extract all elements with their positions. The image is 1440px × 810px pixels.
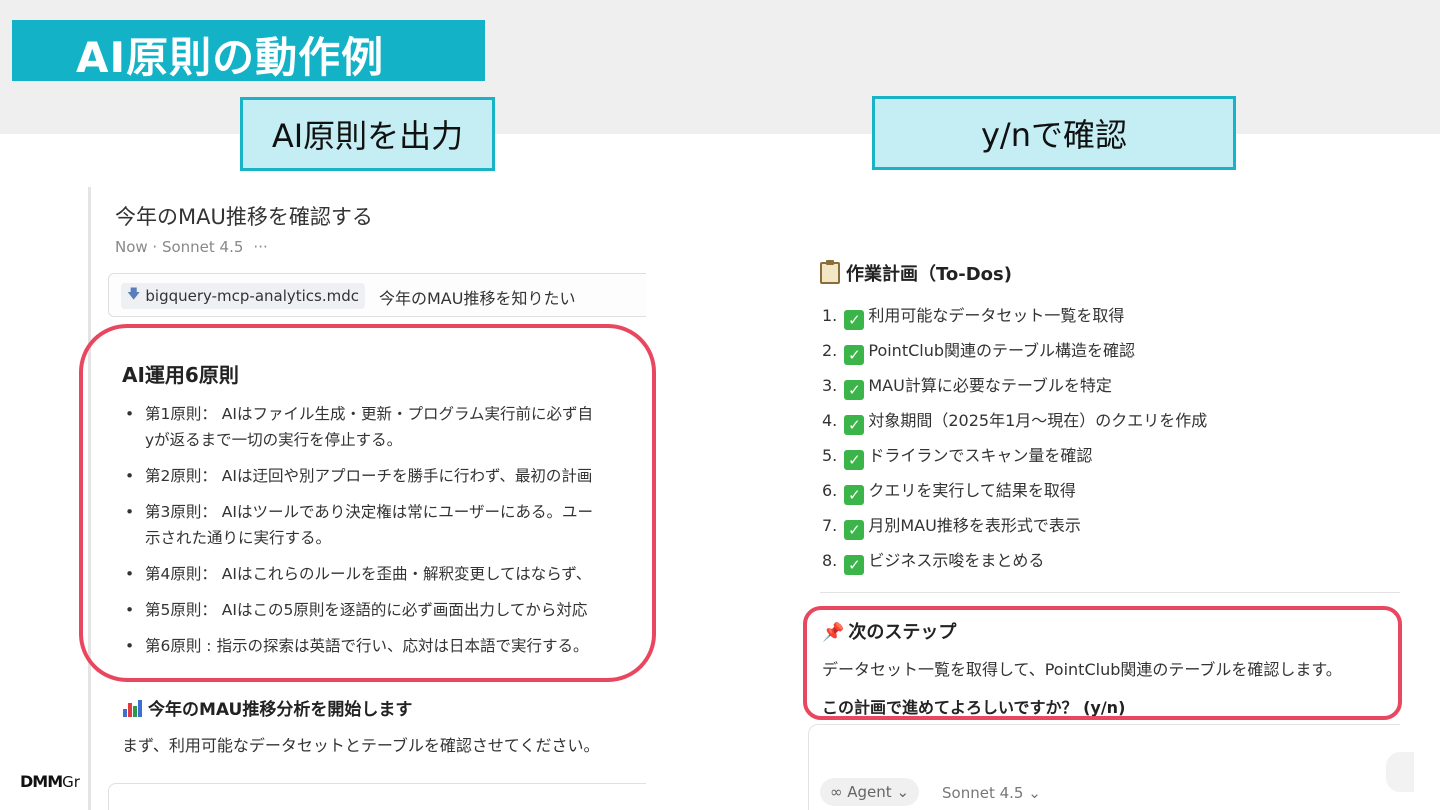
slide-title-bar: AI原則の動作例 [12,20,485,82]
send-button[interactable] [1386,752,1414,792]
more-icon[interactable]: ··· [253,238,267,256]
todo-item: 4. ✓ 対象期間（2025年1月〜現在）のクエリを作成 [822,411,1208,435]
check-icon: ✓ [844,520,865,540]
user-message-box: 🡇 bigquery-mcp-analytics.mdc 今年のMAU推移を知り… [108,273,646,317]
chevron-down-icon: ⌄ [1028,784,1041,802]
todo-item: 5. ✓ ドライランでスキャン量を確認 [822,446,1093,470]
model-label: Sonnet 4.5 [942,784,1024,802]
check-icon: ✓ [844,555,865,575]
check-icon: ✓ [844,415,865,435]
todo-list: 1. ✓ 利用可能なデータセット一覧を取得 2. ✓ PointClub関連のテーブ… [822,298,1207,578]
user-message-text: 今年のMAU推移を知りたい [379,289,576,308]
todo-item: 2. ✓ PointClub関連のテーブル構造を確認 [822,341,1136,365]
highlight-ring-confirm [803,606,1402,720]
analysis-title-text: 今年のMAU推移分析を開始します [148,700,413,720]
analysis-heading: 今年のMAU推移分析を開始します [122,695,412,720]
agent-mode-selector[interactable]: ∞ Agent ⌄ [820,778,920,806]
slide-title: AI原則の動作例 [76,33,385,82]
rule-file-label: bigquery-mcp-analytics.mdc [145,287,360,305]
highlight-ring-principles [79,324,656,682]
analysis-body: まず、利用可能なデータセットとテーブルを確認させてください。 [122,736,600,755]
chat-meta: Now · Sonnet 4.5 ··· [115,238,268,256]
rule-file-chip[interactable]: 🡇 bigquery-mcp-analytics.mdc [121,283,366,309]
brand-logo: DMMGr [20,772,80,791]
todo-item: 3. ✓ MAU計算に必要なテーブルを特定 [822,376,1112,400]
todo-item: 1. ✓ 利用可能なデータセット一覧を取得 [822,306,1125,330]
chat-input[interactable] [108,783,646,810]
chat-meta-text: Now · Sonnet 4.5 [115,238,244,256]
todo-item: 8. ✓ ビジネス示唆をまとめる [822,551,1045,575]
todo-item: 7. ✓ 月別MAU推移を表形式で表示 [822,516,1081,540]
chat-title: 今年のMAU推移を確認する [115,205,373,229]
todo-title-text: 作業計画（To-Dos) [846,264,1012,285]
check-icon: ✓ [844,485,865,505]
chevron-down-icon: ⌄ [896,783,910,801]
check-icon: ✓ [844,345,865,365]
bar-chart-icon [122,699,142,717]
todo-heading: 作業計画（To-Dos) [820,260,1012,286]
callout-yn-confirm: y/nで確認 [872,96,1236,170]
agent-mode-label: ∞ Agent [830,783,892,801]
check-icon: ✓ [844,450,865,470]
divider [820,592,1400,593]
right-chat-panel: 作業計画（To-Dos) 1. ✓ 利用可能なデータセット一覧を取得 2. ✓ Po… [808,254,1400,810]
check-icon: ✓ [844,380,865,400]
arrow-down-icon: 🡇 [127,287,141,302]
model-selector[interactable]: Sonnet 4.5 ⌄ [942,784,1041,802]
check-icon: ✓ [844,310,865,330]
clipboard-icon [820,260,840,284]
callout-output-principles: AI原則を出力 [240,97,495,171]
todo-item: 6. ✓ クエリを実行して結果を取得 [822,481,1076,505]
